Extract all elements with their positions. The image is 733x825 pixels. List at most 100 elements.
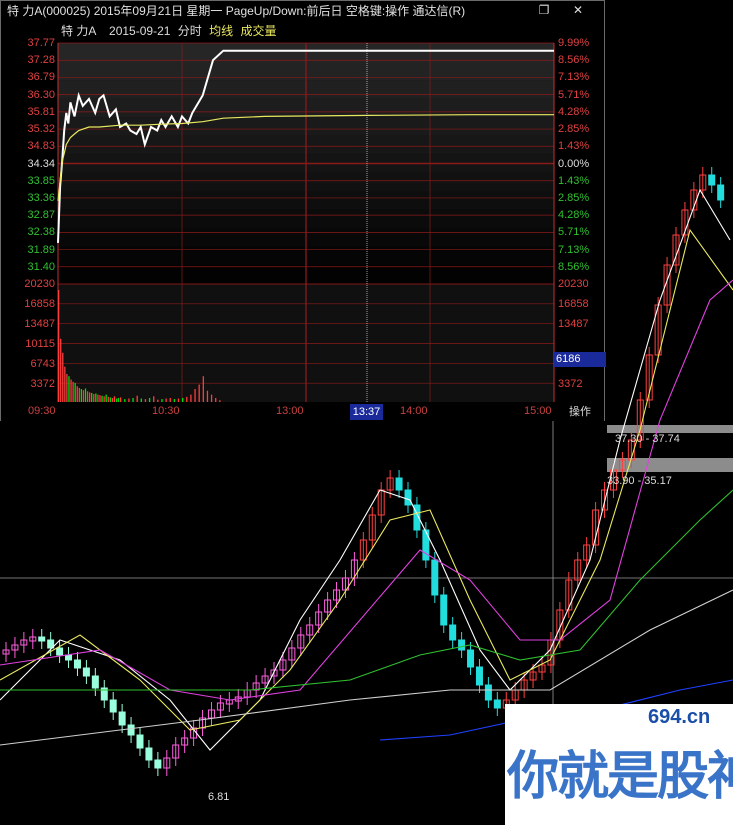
volume-bar bbox=[68, 376, 70, 402]
pct-tick-label: 4.28% bbox=[558, 105, 590, 118]
price-tick-label: 31.40 bbox=[27, 260, 55, 273]
volume-bar bbox=[186, 396, 188, 402]
pct-tick-label: 8.56% bbox=[558, 54, 590, 67]
candle-body bbox=[118, 711, 126, 726]
volume-bar bbox=[78, 387, 80, 402]
volume-bar bbox=[219, 400, 221, 402]
volume-bar bbox=[194, 389, 196, 402]
volume-bar bbox=[89, 392, 91, 402]
candle-body bbox=[440, 594, 448, 626]
range-tip-1: 37.30 - 37.74 bbox=[615, 433, 680, 445]
price-tick-label: 35.81 bbox=[27, 105, 55, 118]
volume-bar bbox=[91, 392, 93, 402]
candle-body bbox=[493, 699, 501, 709]
volume-bar bbox=[215, 397, 217, 402]
range-tip-bar-1 bbox=[607, 425, 733, 433]
time-tick-label: 10:30 bbox=[152, 405, 180, 417]
price-tick-label: 37.77 bbox=[27, 37, 55, 49]
volume-bar bbox=[165, 398, 167, 402]
volume-tick-label: 3372 bbox=[30, 378, 55, 390]
cursor-volume-box: 6186 bbox=[554, 352, 606, 367]
price-tick-label: 35.32 bbox=[27, 123, 55, 136]
volume-bar bbox=[210, 394, 213, 402]
pct-tick-label: 7.13% bbox=[558, 71, 590, 84]
volume-bar bbox=[140, 398, 142, 402]
candle-body bbox=[82, 667, 90, 677]
price-tick-label: 36.79 bbox=[27, 71, 55, 84]
pct-tick-label: 0.00% bbox=[558, 157, 590, 170]
volume-bar bbox=[132, 397, 134, 402]
volume-bar bbox=[144, 399, 147, 402]
candle-body bbox=[467, 649, 475, 668]
volume-bar bbox=[66, 373, 68, 402]
volume-bar bbox=[107, 396, 109, 402]
volume-bar bbox=[161, 399, 163, 402]
volume-bar bbox=[64, 366, 66, 402]
volume-bar bbox=[103, 396, 105, 402]
ma30-line bbox=[0, 489, 733, 691]
candle-body bbox=[395, 477, 403, 491]
volume-bar bbox=[62, 352, 64, 402]
pct-tick-label: 7.13% bbox=[558, 243, 590, 256]
pct-tick-label: 2.85% bbox=[558, 123, 590, 136]
price-tick-label: 31.89 bbox=[27, 243, 55, 256]
candle-body bbox=[127, 724, 135, 736]
volume-bar bbox=[128, 398, 130, 402]
volume-bar bbox=[173, 399, 176, 402]
volume-bar bbox=[95, 393, 97, 402]
cursor-time-box: 13:37 bbox=[350, 404, 383, 420]
pct-tick-label: 1.43% bbox=[558, 174, 590, 187]
time-tick-label: 14:00 bbox=[400, 405, 428, 417]
volume-bar bbox=[76, 386, 78, 402]
volume-tick-label: 20230 bbox=[24, 278, 55, 290]
candle-body bbox=[475, 666, 483, 686]
volume-tick-label-right: 13487 bbox=[558, 318, 589, 330]
time-tick-label: 15:00 bbox=[524, 405, 552, 417]
volume-bar bbox=[153, 396, 155, 402]
volume-tick-label-right: 16858 bbox=[558, 298, 589, 310]
operate-button[interactable]: 操作 bbox=[558, 405, 602, 420]
volume-bar bbox=[157, 399, 159, 402]
volume-bar bbox=[82, 390, 85, 402]
volume-tick-label-right: 20230 bbox=[558, 278, 589, 290]
volume-bar bbox=[190, 394, 192, 402]
volume-bar bbox=[80, 389, 83, 402]
price-tick-label: 36.30 bbox=[27, 88, 55, 101]
volume-bar bbox=[198, 384, 200, 402]
pct-tick-label: 1.43% bbox=[558, 140, 590, 153]
candle-body bbox=[65, 654, 73, 661]
volume-bar bbox=[120, 397, 122, 402]
pct-tick-label: 8.56% bbox=[558, 260, 590, 273]
volume-bar bbox=[93, 394, 95, 402]
watermark-slogan: 你就是股神 bbox=[507, 748, 733, 806]
intraday-chart[interactable] bbox=[1, 1, 604, 402]
intraday-popup-window: 特 力A(000025) 2015年09月21日 星期一 PageUp/Down… bbox=[0, 0, 606, 421]
volume-bar bbox=[99, 395, 101, 402]
price-tick-label: 33.85 bbox=[27, 174, 55, 187]
candle-body bbox=[458, 639, 466, 651]
volume-bar bbox=[105, 394, 107, 402]
volume-bar bbox=[113, 396, 116, 402]
volume-bar bbox=[70, 379, 72, 402]
volume-bar bbox=[115, 398, 118, 402]
time-tick-label: 13:00 bbox=[276, 405, 304, 417]
pct-tick-label: 4.28% bbox=[558, 209, 590, 222]
pct-tick-label: 2.85% bbox=[558, 191, 590, 204]
volume-bar bbox=[202, 376, 204, 402]
volume-bar bbox=[136, 395, 138, 402]
candle-body bbox=[136, 734, 144, 749]
volume-bar bbox=[74, 382, 76, 402]
volume-bar bbox=[111, 397, 114, 402]
pct-tick-label: 5.71% bbox=[558, 226, 590, 239]
volume-bar bbox=[97, 394, 99, 402]
volume-bar bbox=[148, 397, 151, 402]
candle-body bbox=[404, 489, 412, 506]
volume-bar bbox=[60, 338, 62, 402]
volume-bar bbox=[86, 391, 89, 402]
volume-tick-label: 10115 bbox=[25, 338, 55, 350]
pct-tick-label: 9.99% bbox=[558, 37, 590, 49]
candle-body bbox=[73, 659, 81, 669]
volume-tick-label: 13487 bbox=[24, 318, 55, 330]
candle-body bbox=[484, 684, 492, 701]
candle-body bbox=[145, 747, 153, 761]
